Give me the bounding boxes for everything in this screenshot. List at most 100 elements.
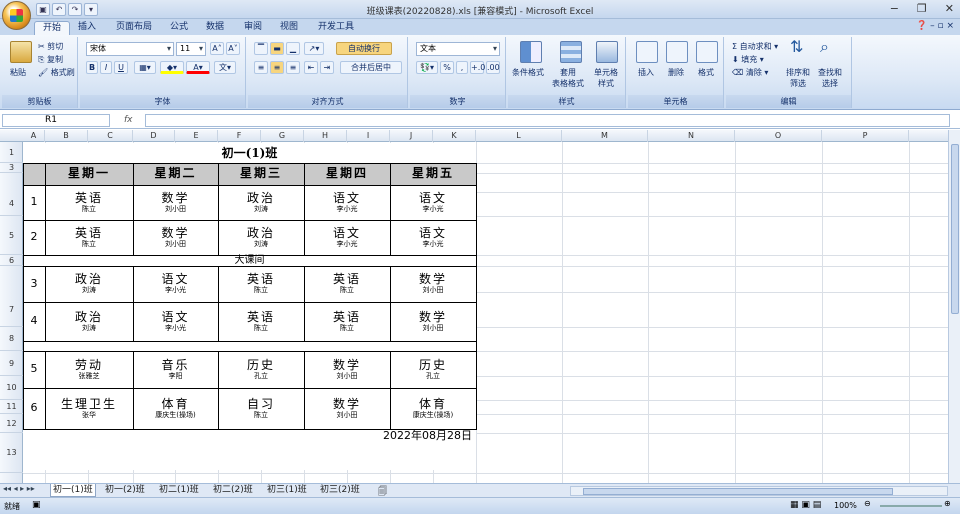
decrease-indent-button[interactable]: ⇤ — [304, 61, 318, 74]
class-cell[interactable]: 英语 陈立 — [218, 302, 304, 341]
restore-icon[interactable]: ❐ — [917, 2, 927, 15]
vertical-scrollbar[interactable] — [948, 130, 960, 483]
sheet-tab-0[interactable]: 初一(1)班 — [50, 484, 96, 497]
border-button[interactable]: ▦▾ — [134, 61, 156, 74]
zoom-slider[interactable] — [880, 505, 942, 507]
conditional-format-icon[interactable] — [520, 41, 542, 63]
class-cell[interactable]: 数学 刘小田 — [133, 185, 218, 220]
day-header[interactable]: 星期五 — [390, 163, 476, 185]
class-cell[interactable]: 体育 康庆生(操场) — [133, 388, 218, 429]
format-cells-button[interactable]: 格式 — [698, 67, 714, 78]
clear-button[interactable]: ⌫ 清除 ▾ — [732, 67, 768, 78]
class-cell[interactable]: 政治 刘涛 — [45, 266, 133, 302]
class-cell[interactable]: 英语 陈立 — [45, 220, 133, 255]
class-cell[interactable]: 体育 康庆生(操场) — [390, 388, 476, 429]
find-select-icon[interactable]: ⌕ — [820, 39, 829, 55]
day-header[interactable]: 星期一 — [45, 163, 133, 185]
class-cell[interactable]: 政治 刘涛 — [218, 185, 304, 220]
class-cell[interactable]: 语文 李小光 — [390, 220, 476, 255]
tab-insert[interactable]: 插入 — [70, 21, 104, 35]
orientation-button[interactable]: ↗▾ — [304, 42, 324, 55]
cut-button[interactable]: ✂ 剪切 — [38, 41, 63, 52]
percent-button[interactable]: % — [440, 61, 454, 74]
increase-indent-button[interactable]: ⇥ — [320, 61, 334, 74]
merge-center-button[interactable]: 合并后居中 — [340, 61, 402, 74]
sheet-nav-icon[interactable]: ◂◂ ◂ ▸ ▸▸ — [3, 484, 35, 493]
period-number[interactable]: 3 — [23, 266, 45, 302]
paste-icon[interactable] — [10, 41, 32, 63]
class-cell[interactable]: 英语 陈立 — [304, 302, 390, 341]
day-header[interactable]: 星期三 — [218, 163, 304, 185]
sheet-tab-4[interactable]: 初三(1)班 — [265, 484, 309, 497]
italic-button[interactable]: I — [100, 61, 112, 74]
paste-button[interactable]: 粘贴 — [10, 67, 26, 78]
class-cell[interactable]: 历史 孔立 — [218, 351, 304, 388]
tab-data[interactable]: 数据 — [198, 21, 232, 35]
ribbon-minimize-icon[interactable]: – ▫ × — [930, 21, 954, 31]
zoom-out-icon[interactable]: ⊖ — [864, 499, 871, 508]
tab-review[interactable]: 审阅 — [236, 21, 270, 35]
formula-input[interactable] — [145, 114, 950, 127]
class-cell[interactable]: 历史 孔立 — [390, 351, 476, 388]
cell-styles-icon[interactable] — [596, 41, 618, 63]
align-center-button[interactable]: ≡ — [270, 61, 284, 74]
underline-button[interactable]: U — [114, 61, 128, 74]
date-cell[interactable]: 2022年08月28日 — [23, 429, 476, 443]
insert-cells-button[interactable]: 插入 — [638, 67, 654, 78]
align-left-button[interactable]: ≡ — [254, 61, 268, 74]
format-as-table-icon[interactable] — [560, 41, 582, 63]
class-cell[interactable]: 政治 刘涛 — [218, 220, 304, 255]
increase-decimal-button[interactable]: +.0 — [470, 61, 485, 74]
class-cell[interactable]: 生理卫生 张华 — [45, 388, 133, 429]
period-number[interactable]: 5 — [23, 351, 45, 388]
delete-cells-icon[interactable] — [666, 41, 688, 63]
tab-formulas[interactable]: 公式 — [162, 21, 196, 35]
class-cell[interactable]: 英语 陈立 — [304, 266, 390, 302]
class-cell[interactable]: 数学 刘小田 — [304, 351, 390, 388]
class-cell[interactable]: 数学 刘小田 — [390, 302, 476, 341]
class-cell[interactable]: 语文 李小光 — [304, 185, 390, 220]
bold-button[interactable]: B — [86, 61, 98, 74]
font-size-select[interactable]: 11 — [176, 42, 206, 56]
align-right-button[interactable]: ≡ — [286, 61, 300, 74]
office-button[interactable] — [2, 1, 31, 30]
conditional-format-button[interactable]: 条件格式 — [512, 67, 544, 78]
autosum-button[interactable]: Σ 自动求和 ▾ — [732, 41, 778, 52]
zoom-level[interactable]: 100% — [834, 501, 857, 510]
period-number[interactable]: 6 — [23, 388, 45, 429]
comma-button[interactable]: , — [456, 61, 468, 74]
find-select-button[interactable]: 查找和 选择 — [818, 67, 842, 89]
class-cell[interactable]: 音乐 李阳 — [133, 351, 218, 388]
period-number[interactable]: 2 — [23, 220, 45, 255]
name-box[interactable]: R1 — [2, 114, 110, 127]
align-middle-button[interactable]: ▬ — [270, 42, 284, 55]
class-cell[interactable]: 英语 陈立 — [45, 185, 133, 220]
shrink-font-button[interactable]: A˅ — [226, 42, 240, 55]
format-cells-icon[interactable] — [696, 41, 718, 63]
insert-cells-icon[interactable] — [636, 41, 658, 63]
fill-color-button[interactable]: ◆▾ — [160, 61, 184, 74]
class-cell[interactable]: 数学 刘小田 — [133, 220, 218, 255]
help-icon[interactable]: ❓ — [916, 21, 927, 31]
period-number[interactable]: 4 — [23, 302, 45, 341]
scroll-thumb[interactable] — [583, 488, 893, 495]
tab-home[interactable]: 开始 — [34, 21, 71, 35]
number-format-select[interactable]: 文本 — [416, 42, 500, 56]
sort-filter-button[interactable]: 排序和 筛选 — [786, 67, 810, 89]
zoom-in-icon[interactable]: ⊕ — [944, 499, 951, 508]
currency-button[interactable]: 💱▾ — [416, 61, 438, 74]
timetable-title[interactable]: 初一(1)班 — [23, 144, 476, 163]
scroll-thumb[interactable] — [951, 144, 959, 314]
class-cell[interactable]: 数学 刘小田 — [304, 388, 390, 429]
class-cell[interactable]: 英语 陈立 — [218, 266, 304, 302]
wrap-text-button[interactable]: 自动换行 — [336, 42, 392, 55]
tab-developer[interactable]: 开发工具 — [310, 21, 362, 35]
align-top-button[interactable]: ▔ — [254, 42, 268, 55]
minimize-icon[interactable]: − — [890, 2, 899, 15]
grow-font-button[interactable]: A˄ — [210, 42, 224, 55]
class-cell[interactable]: 语文 李小光 — [304, 220, 390, 255]
close-icon[interactable]: ✕ — [945, 2, 954, 15]
delete-cells-button[interactable]: 删除 — [668, 67, 684, 78]
sheet-tab-2[interactable]: 初二(1)班 — [157, 484, 201, 497]
sheet-tab-3[interactable]: 初二(2)班 — [211, 484, 255, 497]
